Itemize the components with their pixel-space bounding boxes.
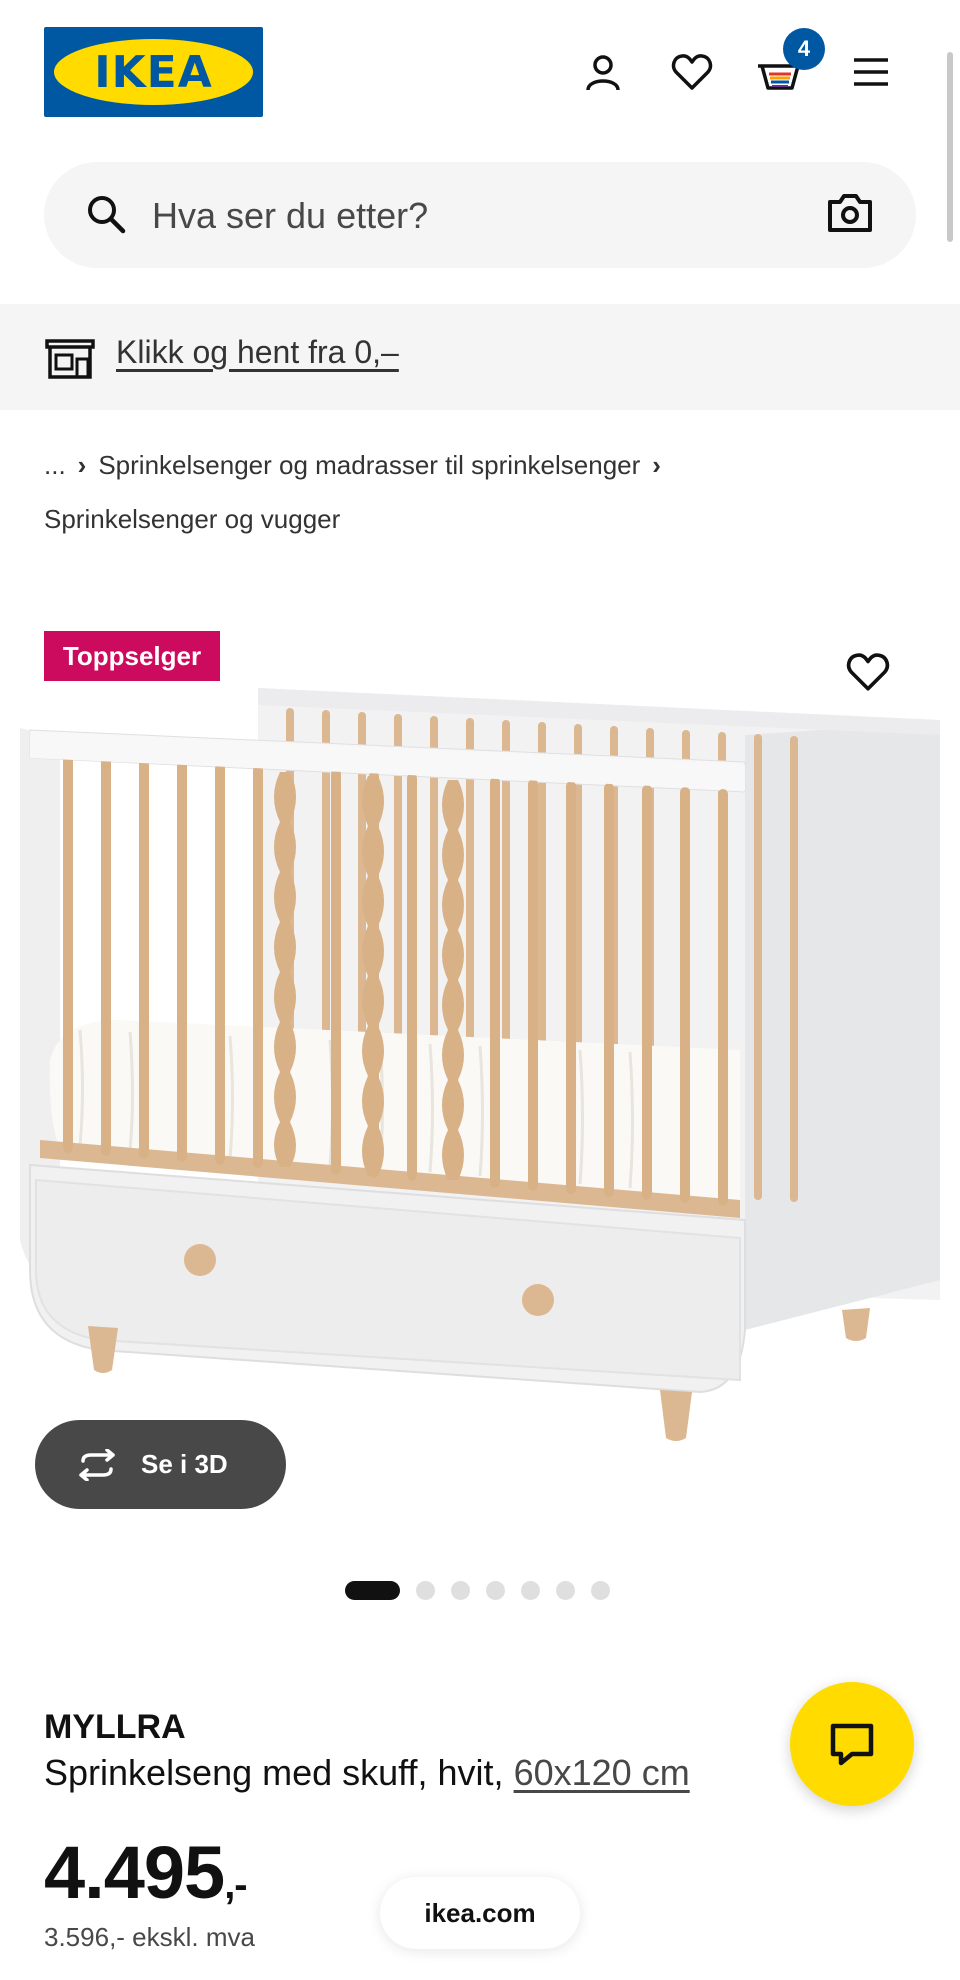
search-input[interactable] <box>152 188 792 244</box>
search-icon[interactable] <box>84 192 128 236</box>
product-description-text: Sprinkelseng med skuff, hvit, <box>44 1752 504 1793</box>
logo-registered-mark: ® <box>240 47 247 57</box>
rotate-3d-icon <box>79 1448 115 1481</box>
account-icon[interactable] <box>577 46 629 98</box>
menu-icon[interactable] <box>845 46 897 98</box>
gallery-dot[interactable] <box>486 1580 505 1600</box>
gallery-dot[interactable] <box>556 1580 575 1600</box>
breadcrumb-separator: › <box>77 450 87 480</box>
favourite-heart-icon[interactable] <box>846 652 894 696</box>
view-in-3d-button[interactable]: Se i 3D <box>35 1420 286 1509</box>
chat-bubble-icon <box>830 1723 874 1766</box>
price-decimal: ,- <box>224 1863 247 1907</box>
top-seller-badge: Toppselger <box>44 631 220 681</box>
gallery-dot[interactable] <box>416 1580 435 1600</box>
ikea-logo[interactable]: IKEA ® <box>44 27 263 117</box>
product-description: Sprinkelseng med skuff, hvit, 60x120 cm <box>44 1752 690 1794</box>
product-image[interactable] <box>0 675 960 1455</box>
click-collect-link[interactable]: Klikk og hent fra 0,– <box>116 334 399 371</box>
price-excl-vat: 3.596,- ekskl. mva <box>44 1922 255 1952</box>
logo-text: IKEA <box>94 46 213 98</box>
breadcrumb-item-cribs-cradles[interactable]: Sprinkelsenger og vugger <box>44 504 340 534</box>
camera-search-icon[interactable] <box>826 190 874 236</box>
gallery-pagination <box>345 1580 610 1600</box>
chat-button[interactable] <box>790 1682 914 1806</box>
breadcrumb-separator: › <box>652 450 661 480</box>
gallery-dot[interactable] <box>521 1580 540 1600</box>
site-header: IKEA ® 4 <box>0 0 960 145</box>
size-link[interactable]: 60x120 cm <box>514 1752 690 1793</box>
browser-domain-label: ikea.com <box>380 1877 580 1949</box>
breadcrumb-item-cribs-mattresses[interactable]: Sprinkelsenger og madrasser til sprinkel… <box>98 450 640 480</box>
view-in-3d-label: Se i 3D <box>141 1449 228 1479</box>
cart-count-badge: 4 <box>783 28 825 70</box>
gallery-dot[interactable] <box>345 1580 400 1600</box>
gallery-dot[interactable] <box>451 1580 470 1600</box>
page-scrollbar[interactable] <box>947 52 953 242</box>
product-price: 4.495,- <box>44 1830 248 1915</box>
store-pickup-icon <box>44 333 96 381</box>
breadcrumb-ellipsis[interactable]: ... <box>44 450 66 480</box>
gallery-dot[interactable] <box>591 1580 610 1600</box>
heart-icon[interactable] <box>666 46 718 98</box>
breadcrumb: ... › Sprinkelsenger og madrasser til spri… <box>44 438 924 546</box>
price-main: 4.495 <box>44 1831 225 1914</box>
product-name: MYLLRA <box>44 1708 186 1746</box>
